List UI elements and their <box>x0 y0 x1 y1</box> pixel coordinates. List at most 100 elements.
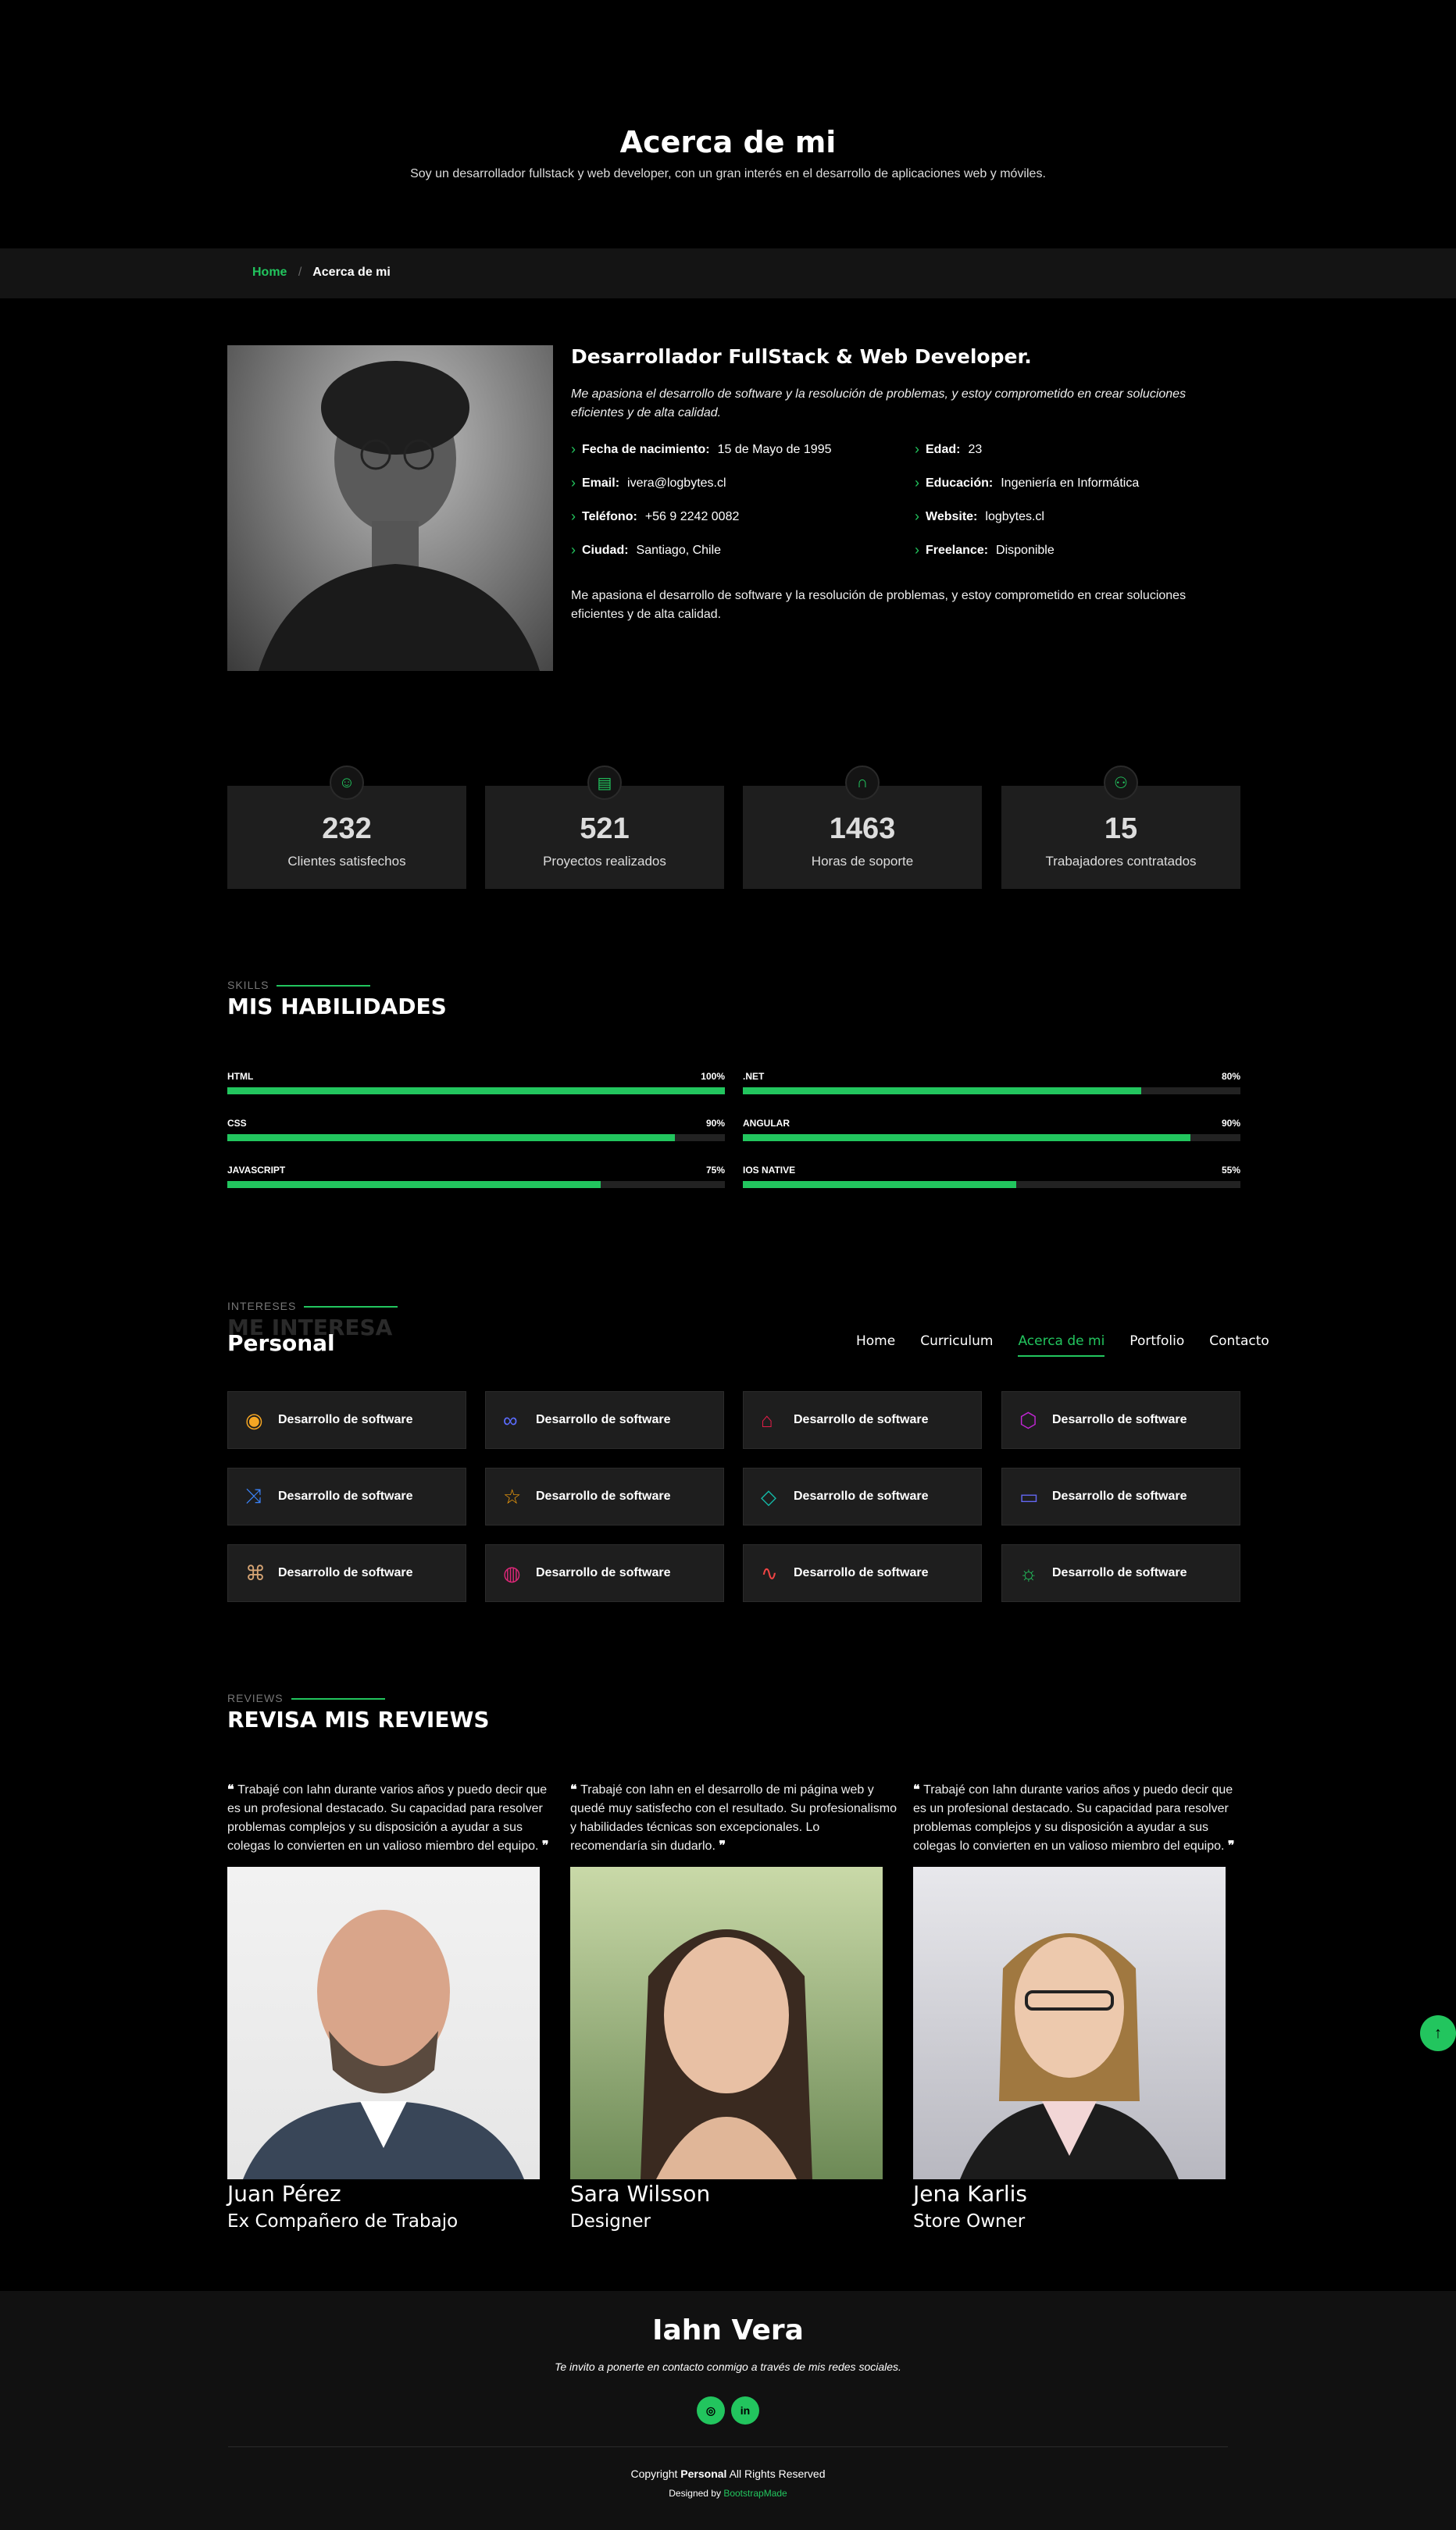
info-item: › Edad: 23 <box>915 441 1240 458</box>
skill-bar: IOS NATIVE 55% <box>743 1165 1240 1188</box>
skill-fill <box>743 1134 1191 1141</box>
copyright: Copyright Personal All Rights Reserved <box>0 2468 1456 2480</box>
headset-icon: ∩ <box>845 765 880 800</box>
interest-label: Desarrollo de software <box>1052 1490 1187 1503</box>
section-label: INTERESES <box>227 1300 398 1312</box>
reviewer-role: Store Owner <box>913 2211 1026 2232</box>
reviewer-name: Sara Wilsson <box>570 2181 711 2207</box>
stat-card: ∩ 1463 Horas de soporte <box>743 765 982 889</box>
skill-bar: .NET 80% <box>743 1071 1240 1094</box>
interest-card: ☆ Desarrollo de software <box>485 1468 724 1525</box>
chevron-right-icon: › <box>915 542 919 558</box>
copyright-prefix: Copyright <box>630 2468 678 2480</box>
chevron-right-icon: › <box>915 475 919 491</box>
info-value: Santiago, Chile <box>636 543 722 557</box>
brand-logo[interactable]: Personal <box>227 1330 335 1356</box>
info-value: Ingeniería en Informática <box>1001 476 1140 490</box>
info-item: › Educación: Ingeniería en Informática <box>915 475 1240 491</box>
nav-curriculum[interactable]: Curriculum <box>920 1333 993 1357</box>
quote-left-icon: ❝ <box>227 1783 238 1797</box>
breadcrumb-separator: / <box>298 266 302 279</box>
interest-card: ◍ Desarrollo de software <box>485 1544 724 1602</box>
skill-name: IOS NATIVE <box>743 1165 796 1176</box>
review-card: ❝ Trabajé con Iahn durante varios años y… <box>227 1781 555 2232</box>
stat-number: 521 <box>580 812 630 845</box>
info-value: ivera@logbytes.cl <box>627 476 726 490</box>
reviewer-name: Juan Pérez <box>227 2181 341 2207</box>
skill-percent: 100% <box>701 1071 725 1082</box>
stat-label: Trabajadores contratados <box>1045 854 1197 869</box>
about-content: Desarrollador FullStack & Web Developer.… <box>571 345 1240 624</box>
review-quote: Trabajé con Iahn durante varios años y p… <box>227 1783 548 1853</box>
nav-portfolio[interactable]: Portfolio <box>1129 1333 1184 1357</box>
skill-percent: 55% <box>1221 1165 1240 1176</box>
skill-percent: 90% <box>1221 1118 1240 1129</box>
main-nav: Home Curriculum Acerca de mi Portfolio C… <box>856 1333 1269 1357</box>
info-value: logbytes.cl <box>985 509 1044 523</box>
interest-card: ∿ Desarrollo de software <box>743 1544 982 1602</box>
skill-fill <box>743 1087 1141 1094</box>
skill-name: .NET <box>743 1071 765 1082</box>
interest-card: ☼ Desarrollo de software <box>1001 1544 1240 1602</box>
copyright-brand: Personal <box>680 2468 727 2480</box>
interest-card: ◇ Desarrollo de software <box>743 1468 982 1525</box>
review-quote: Trabajé con Iahn en el desarrollo de mi … <box>570 1783 898 1853</box>
section-divider <box>277 985 371 987</box>
section-label: REVIEWS <box>227 1692 385 1704</box>
skill-percent: 80% <box>1221 1071 1240 1082</box>
section-label: SKILLS <box>227 979 371 991</box>
nav-contact[interactable]: Contacto <box>1209 1333 1269 1357</box>
info-key: Website: <box>926 509 978 523</box>
nav-about[interactable]: Acerca de mi <box>1018 1333 1105 1357</box>
info-item: › Ciudad: Santiago, Chile <box>571 542 915 558</box>
designer-link[interactable]: BootstrapMade <box>723 2488 787 2499</box>
stat-number: 15 <box>1104 812 1138 845</box>
shuffle-icon: ⤨ <box>245 1484 262 1508</box>
info-item: › Freelance: Disponible <box>915 542 1240 558</box>
interest-card: ⌂ Desarrollo de software <box>743 1391 982 1449</box>
info-item: › Fecha de nacimiento: 15 de Mayo de 1995 <box>571 441 915 458</box>
section-divider <box>304 1306 398 1308</box>
chevron-right-icon: › <box>915 508 919 524</box>
stat-number: 232 <box>322 812 372 845</box>
interest-label: Desarrollo de software <box>794 1490 929 1503</box>
page-subtitle: Soy un desarrollador fullstack y web dev… <box>410 167 1046 180</box>
info-value: +56 9 2242 0082 <box>644 509 740 523</box>
review-card: ❝ Trabajé con Iahn durante varios años y… <box>913 1781 1241 2232</box>
designed-by: Designed by BootstrapMade <box>0 2488 1456 2499</box>
interest-label: Desarrollo de software <box>794 1566 929 1579</box>
breadcrumb-home-link[interactable]: Home <box>252 266 287 279</box>
chevron-right-icon: › <box>571 508 576 524</box>
camera-video-icon: ▭ <box>1019 1484 1039 1508</box>
diamond-icon: ◇ <box>761 1484 776 1508</box>
info-value: Disponible <box>996 543 1055 557</box>
command-icon: ⌘ <box>245 1561 266 1585</box>
reviewer-name: Jena Karlis <box>913 2181 1027 2207</box>
linkedin-icon[interactable]: in <box>731 2396 759 2425</box>
info-item: › Website: logbytes.cl <box>915 508 1240 525</box>
footer-tagline: Te invito a ponerte en contacto conmigo … <box>555 2361 901 2373</box>
interest-label: Desarrollo de software <box>278 1490 413 1503</box>
skill-fill <box>227 1087 725 1094</box>
interest-card: ⌘ Desarrollo de software <box>227 1544 466 1602</box>
skill-percent: 90% <box>705 1118 725 1129</box>
mortarboard-icon: ⌂ <box>761 1408 773 1432</box>
skill-bar: HTML 100% <box>227 1071 725 1094</box>
section-label-text: INTERESES <box>227 1300 297 1312</box>
about-title: Desarrollador FullStack & Web Developer. <box>571 345 1032 368</box>
skill-fill <box>227 1181 601 1188</box>
back-to-top-button[interactable]: ↑ <box>1420 2015 1456 2051</box>
stat-number: 1463 <box>829 812 896 845</box>
info-key: Fecha de nacimiento: <box>582 442 710 456</box>
info-key: Freelance: <box>926 543 989 557</box>
skill-name: ANGULAR <box>743 1118 790 1129</box>
profile-photo <box>227 345 553 671</box>
nav-home[interactable]: Home <box>856 1333 895 1357</box>
smile-icon: ☺ <box>330 765 364 800</box>
skills-title: MIS HABILIDADES <box>227 994 447 1019</box>
info-key: Edad: <box>926 442 961 456</box>
arrow-up-icon: ↑ <box>1434 2024 1442 2042</box>
instagram-icon[interactable]: ◎ <box>697 2396 725 2425</box>
skill-name: JAVASCRIPT <box>227 1165 286 1176</box>
about-description: Me apasiona el desarrollo de software y … <box>571 589 1187 621</box>
